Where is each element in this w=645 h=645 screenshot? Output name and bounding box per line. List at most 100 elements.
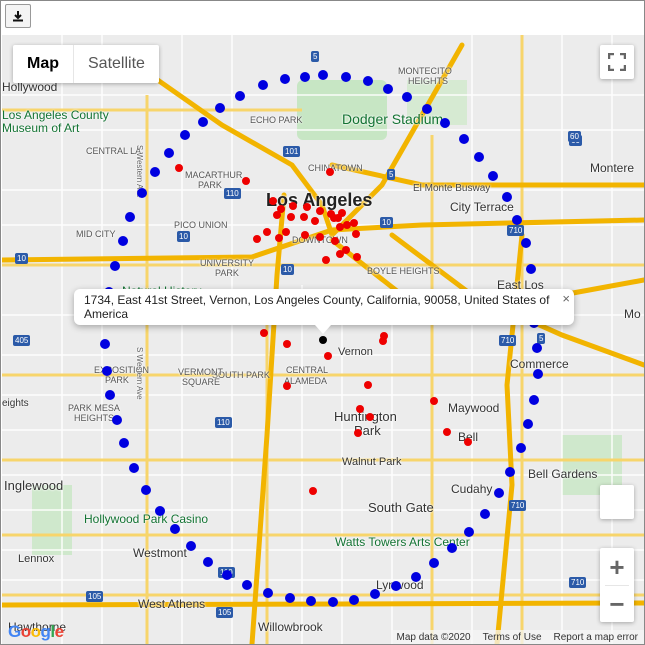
red-marker[interactable]: [443, 428, 451, 436]
red-marker[interactable]: [303, 203, 311, 211]
blue-marker[interactable]: [505, 467, 515, 477]
blue-marker[interactable]: [502, 192, 512, 202]
red-marker[interactable]: [301, 231, 309, 239]
blue-marker[interactable]: [119, 438, 129, 448]
blue-marker[interactable]: [186, 541, 196, 551]
blue-marker[interactable]: [129, 463, 139, 473]
map-type-map-button[interactable]: Map: [13, 45, 73, 83]
blue-marker[interactable]: [263, 588, 273, 598]
red-marker[interactable]: [364, 381, 372, 389]
blue-marker[interactable]: [198, 117, 208, 127]
blue-marker[interactable]: [512, 215, 522, 225]
blue-marker[interactable]: [110, 261, 120, 271]
map-canvas[interactable]: Los Angeles Dodger Stadium Los Angeles Cou…: [2, 35, 644, 644]
blue-marker[interactable]: [105, 390, 115, 400]
red-marker[interactable]: [287, 213, 295, 221]
blue-marker[interactable]: [137, 188, 147, 198]
blue-marker[interactable]: [521, 238, 531, 248]
red-marker[interactable]: [316, 207, 324, 215]
blue-marker[interactable]: [258, 80, 268, 90]
blue-marker[interactable]: [180, 130, 190, 140]
red-marker[interactable]: [253, 235, 261, 243]
red-marker[interactable]: [242, 177, 250, 185]
blue-marker[interactable]: [349, 595, 359, 605]
red-marker[interactable]: [282, 228, 290, 236]
blue-marker[interactable]: [300, 72, 310, 82]
blue-marker[interactable]: [328, 597, 338, 607]
blue-marker[interactable]: [447, 543, 457, 553]
blue-marker[interactable]: [341, 72, 351, 82]
blue-marker[interactable]: [318, 70, 328, 80]
blue-marker[interactable]: [480, 509, 490, 519]
red-marker[interactable]: [331, 237, 339, 245]
blue-marker[interactable]: [280, 74, 290, 84]
blue-marker[interactable]: [523, 419, 533, 429]
blue-marker[interactable]: [306, 596, 316, 606]
blue-marker[interactable]: [429, 558, 439, 568]
close-icon[interactable]: ×: [562, 291, 570, 306]
report-map-error-link[interactable]: Report a map error: [554, 632, 638, 643]
blue-marker[interactable]: [242, 580, 252, 590]
blue-marker[interactable]: [440, 118, 450, 128]
blue-marker[interactable]: [155, 506, 165, 516]
blue-marker[interactable]: [102, 366, 112, 376]
blue-marker[interactable]: [391, 581, 401, 591]
red-marker[interactable]: [430, 397, 438, 405]
blue-marker[interactable]: [474, 152, 484, 162]
red-marker[interactable]: [316, 233, 324, 241]
blue-marker[interactable]: [383, 84, 393, 94]
blue-marker[interactable]: [222, 570, 232, 580]
zoom-out-button[interactable]: −: [609, 586, 624, 622]
red-marker[interactable]: [311, 217, 319, 225]
blue-marker[interactable]: [464, 527, 474, 537]
blue-marker[interactable]: [370, 589, 380, 599]
blue-marker[interactable]: [459, 134, 469, 144]
map-type-satellite-button[interactable]: Satellite: [73, 45, 159, 83]
blue-marker[interactable]: [494, 488, 504, 498]
blue-marker[interactable]: [422, 104, 432, 114]
blue-marker[interactable]: [100, 339, 110, 349]
blue-marker[interactable]: [203, 557, 213, 567]
red-marker[interactable]: [275, 234, 283, 242]
red-marker[interactable]: [366, 413, 374, 421]
red-marker[interactable]: [269, 197, 277, 205]
blue-marker[interactable]: [125, 212, 135, 222]
red-marker[interactable]: [379, 337, 387, 345]
fullscreen-button[interactable]: [600, 45, 634, 79]
selected-marker[interactable]: [319, 336, 327, 344]
blue-marker[interactable]: [112, 415, 122, 425]
blue-marker[interactable]: [150, 167, 160, 177]
blue-marker[interactable]: [533, 369, 543, 379]
blue-marker[interactable]: [285, 593, 295, 603]
red-marker[interactable]: [324, 352, 332, 360]
blue-marker[interactable]: [516, 443, 526, 453]
red-marker[interactable]: [289, 202, 297, 210]
blue-marker[interactable]: [118, 236, 128, 246]
red-marker[interactable]: [338, 209, 346, 217]
red-marker[interactable]: [273, 211, 281, 219]
red-marker[interactable]: [326, 168, 334, 176]
red-marker[interactable]: [283, 340, 291, 348]
blue-marker[interactable]: [488, 171, 498, 181]
red-marker[interactable]: [263, 228, 271, 236]
red-marker[interactable]: [300, 213, 308, 221]
download-button[interactable]: [5, 4, 31, 28]
blue-marker[interactable]: [526, 264, 536, 274]
blue-marker[interactable]: [411, 572, 421, 582]
red-marker[interactable]: [356, 405, 364, 413]
blue-marker[interactable]: [363, 76, 373, 86]
zoom-in-button[interactable]: +: [609, 549, 624, 585]
red-marker[interactable]: [322, 256, 330, 264]
red-marker[interactable]: [336, 250, 344, 258]
red-marker[interactable]: [175, 164, 183, 172]
blue-marker[interactable]: [235, 91, 245, 101]
blue-marker[interactable]: [215, 103, 225, 113]
red-marker[interactable]: [350, 219, 358, 227]
red-marker[interactable]: [309, 487, 317, 495]
red-marker[interactable]: [330, 214, 338, 222]
red-marker[interactable]: [464, 438, 472, 446]
blue-marker[interactable]: [141, 485, 151, 495]
blue-marker[interactable]: [532, 343, 542, 353]
blue-marker[interactable]: [529, 395, 539, 405]
blue-marker[interactable]: [170, 524, 180, 534]
